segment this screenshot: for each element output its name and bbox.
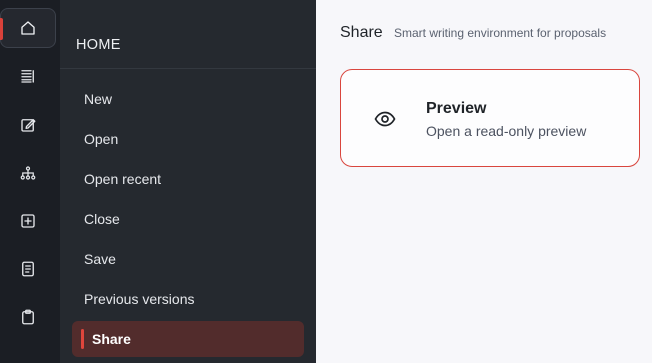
share-panel: Share Smart writing environment for prop… — [316, 0, 652, 363]
menu-item-open-recent[interactable]: Open recent — [84, 171, 304, 187]
rail-clipboard-button[interactable] — [8, 297, 48, 337]
menu-item-share[interactable]: Share — [72, 321, 304, 357]
page-subtitle: Smart writing environment for proposals — [394, 26, 607, 40]
rail-document-list-button[interactable] — [8, 249, 48, 289]
menu-divider — [60, 68, 316, 69]
icon-rail — [0, 0, 60, 363]
eye-icon — [374, 111, 396, 127]
edit-icon — [21, 119, 36, 132]
clipboard-icon — [22, 309, 34, 325]
menu-item-new[interactable]: New — [84, 91, 304, 107]
preview-card-title: Preview — [426, 100, 487, 117]
preview-card-description: Open a read-only preview — [426, 123, 587, 139]
home-icon — [21, 21, 35, 35]
document-list-icon — [22, 261, 34, 277]
menu-heading: HOME — [76, 37, 121, 53]
page-title: Share — [340, 24, 383, 41]
menu-item-share-label: Share — [92, 331, 131, 347]
rail-tree-button[interactable] — [8, 153, 48, 193]
list-icon — [21, 70, 34, 83]
add-icon — [21, 214, 35, 228]
menu-item-previous-versions[interactable]: Previous versions — [84, 291, 304, 307]
rail-home-button[interactable] — [0, 8, 56, 48]
menu-item-save[interactable]: Save — [84, 251, 304, 267]
rail-add-button[interactable] — [8, 201, 48, 241]
tree-icon — [20, 166, 36, 180]
preview-card[interactable]: Preview Open a read-only preview — [340, 69, 640, 167]
menu-item-open[interactable]: Open — [84, 131, 304, 147]
home-menu: HOME New Open Open recent Close Save Pre… — [60, 0, 316, 363]
rail-edit-button[interactable] — [8, 105, 48, 145]
menu-item-close[interactable]: Close — [84, 211, 304, 227]
rail-list-button[interactable] — [8, 56, 48, 96]
